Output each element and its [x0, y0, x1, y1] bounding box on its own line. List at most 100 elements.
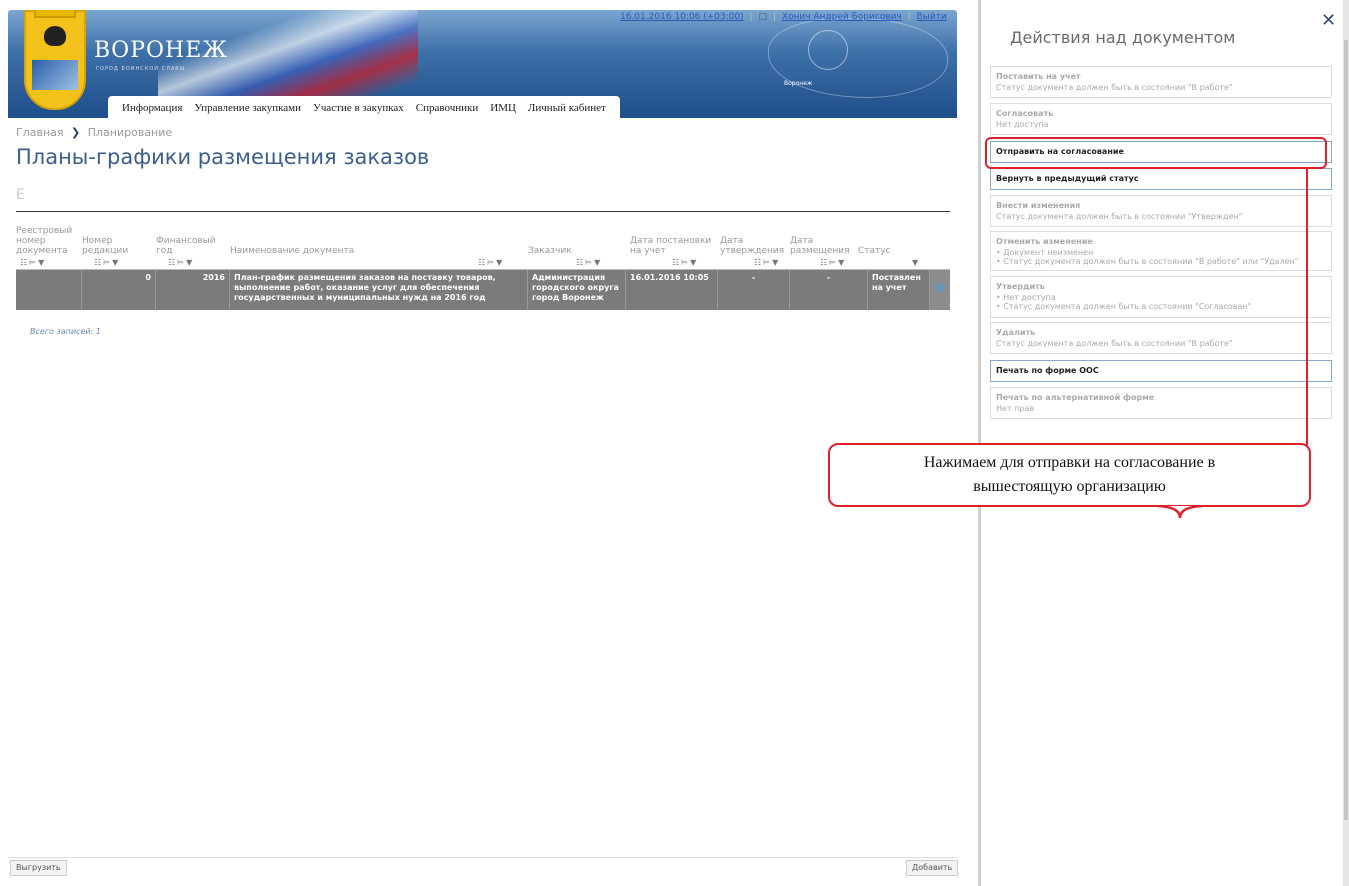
condition-item: Статус документа должен быть в состоянии…	[996, 302, 1326, 311]
top-bar: 16.01.2016 10:06 (+03:00) | □ | Хонич Ан…	[620, 12, 947, 22]
cell-reg-no	[16, 270, 82, 310]
nav-item-imc[interactable]: ИМЦ	[490, 102, 516, 114]
filter-icon[interactable]: ☷⊨▼	[754, 258, 780, 267]
filter-icon[interactable]: ☷⊨▼	[20, 258, 46, 267]
crown-icon	[34, 10, 76, 18]
filter-icon[interactable]: ☷⊨▼	[94, 258, 120, 267]
action-cancel-change[interactable]: Отменить изменение Документ неизменен Ст…	[990, 231, 1332, 271]
action-title: Печать по форме ООС	[996, 366, 1099, 375]
action-revert-status[interactable]: Вернуть в предыдущий статус	[990, 168, 1332, 190]
row-open-arrow-icon[interactable]: »	[930, 270, 950, 310]
action-delete[interactable]: Удалить Статус документа должен быть в с…	[990, 322, 1332, 354]
toolbar-icon[interactable]: E	[16, 187, 25, 203]
callout-box: Нажимаем для отправки на согласование в …	[828, 443, 1311, 507]
col-header-reg-no[interactable]: Реестровый номер документа	[16, 226, 78, 256]
main-area: Воронеж ВОРОНЕЖ ГОРОД ВОИНСКОЙ СЛАВЫ Инф…	[0, 0, 978, 886]
add-button[interactable]: Добавить	[906, 860, 959, 876]
filter-icon[interactable]: ☷⊨▼	[478, 258, 504, 267]
records-total: Всего записей: 1	[30, 327, 101, 336]
close-icon[interactable]: ✕	[1321, 10, 1336, 31]
datetime-link[interactable]: 16.01.2016 10:06 (+03:00)	[620, 12, 744, 22]
filter-icon[interactable]: ☷⊨▼	[820, 258, 846, 267]
callout-line-2: вышестоящую организацию	[973, 478, 1166, 495]
col-header-approve-date[interactable]: Дата утверждения	[720, 236, 784, 256]
site-header: Воронеж ВОРОНЕЖ ГОРОД ВОИНСКОЙ СЛАВЫ Инф…	[8, 10, 957, 118]
nav-item-procurement-mgmt[interactable]: Управление закупками	[194, 102, 301, 114]
action-note: Статус документа должен быть в состоянии…	[996, 83, 1233, 92]
action-register[interactable]: Поставить на учет Статус документа долже…	[990, 66, 1332, 98]
highlight-frame	[985, 137, 1327, 169]
cell-fin-year: 2016	[156, 270, 230, 310]
col-header-status[interactable]: Статус	[858, 246, 898, 256]
nav-item-account[interactable]: Личный кабинет	[528, 102, 606, 114]
nav-item-directories[interactable]: Справочники	[416, 102, 478, 114]
brand-name: ВОРОНЕЖ	[94, 38, 229, 63]
breadcrumb-home[interactable]: Главная	[16, 126, 64, 139]
cell-status: Поставлен на учет	[868, 270, 930, 310]
condition-item: Документ неизменен	[996, 248, 1326, 257]
action-note: Статус документа должен быть в состоянии…	[996, 339, 1233, 348]
region-map-marker	[808, 30, 848, 70]
filter-icon[interactable]: ☷⊨▼	[168, 258, 194, 267]
brand-subtitle: ГОРОД ВОИНСКОЙ СЛАВЫ	[96, 66, 186, 72]
col-header-publish-date[interactable]: Дата размещения	[790, 236, 860, 256]
cell-customer: Администрация городского округа город Во…	[528, 270, 626, 310]
logout-link[interactable]: Выйти	[917, 12, 947, 22]
cell-reg-date: 16.01.2016 10:05	[626, 270, 718, 310]
action-title: Поставить на учет	[996, 72, 1081, 81]
message-icon[interactable]: □	[759, 12, 768, 22]
filter-icon[interactable]: ▼	[912, 258, 920, 267]
cell-publish-date: -	[790, 270, 868, 310]
action-make-changes[interactable]: Внести изменения Статус документа должен…	[990, 195, 1332, 227]
filter-icon[interactable]: ☷⊨▼	[576, 258, 602, 267]
action-title: Отменить изменение	[996, 237, 1093, 246]
condition-item: Статус документа должен быть в состоянии…	[996, 257, 1326, 266]
action-conditions: Нет доступа Статус документа должен быть…	[996, 293, 1326, 311]
action-title: Утвердить	[996, 282, 1045, 291]
page-title: Планы-графики размещения заказов	[16, 145, 430, 169]
breadcrumb-section[interactable]: Планирование	[88, 126, 172, 139]
callout-tail	[1158, 505, 1202, 519]
panel-title: Действия над документом	[1010, 28, 1236, 47]
nav-item-participation[interactable]: Участие в закупках	[313, 102, 404, 114]
cell-rev-no: 0	[82, 270, 156, 310]
col-header-customer[interactable]: Заказчик	[528, 246, 608, 256]
filter-icon[interactable]: ☷⊨▼	[672, 258, 698, 267]
rock-icon	[32, 60, 78, 90]
main-nav: Информация Управление закупками Участие …	[108, 96, 620, 118]
action-title: Печать по альтернативной форме	[996, 393, 1155, 402]
action-print-alt[interactable]: Печать по альтернативной форме Нет прав	[990, 387, 1332, 419]
filter-row: ☷⊨▼ ☷⊨▼ ☷⊨▼ ☷⊨▼ ☷⊨▼ ☷⊨▼ ☷⊨▼ ☷⊨▼ ▼	[16, 258, 950, 270]
nav-item-info[interactable]: Информация	[122, 102, 182, 114]
action-title: Согласовать	[996, 109, 1054, 118]
separator: |	[907, 12, 911, 22]
action-note: Нет прав	[996, 404, 1035, 413]
action-title: Удалить	[996, 328, 1036, 337]
divider	[16, 211, 950, 212]
action-approve[interactable]: Утвердить Нет доступа Статус документа д…	[990, 276, 1332, 318]
action-note: Нет доступа	[996, 120, 1049, 129]
action-print-oos[interactable]: Печать по форме ООС	[990, 360, 1332, 382]
col-header-fin-year[interactable]: Финансовый год	[156, 236, 216, 256]
separator: |	[749, 12, 753, 22]
col-header-rev-no[interactable]: Номер редакции	[82, 236, 138, 256]
map-label: Воронеж	[784, 80, 813, 87]
bottom-bar	[8, 857, 957, 877]
panel-scrollbar[interactable]	[1343, 0, 1349, 886]
export-button[interactable]: Выгрузить	[10, 860, 67, 876]
col-header-reg-date[interactable]: Дата постановки на учет	[630, 236, 720, 256]
coat-of-arms-logo[interactable]	[24, 10, 86, 110]
eagle-icon	[44, 26, 66, 46]
callout-line-1: Нажимаем для отправки на согласование в	[923, 454, 1216, 471]
condition-item: Нет доступа	[996, 293, 1326, 302]
action-approve-agree[interactable]: Согласовать Нет доступа	[990, 103, 1332, 135]
col-header-doc-name[interactable]: Наименование документа	[230, 246, 480, 256]
chevron-right-icon: ❯	[71, 126, 81, 139]
separator: |	[772, 12, 776, 22]
scrollbar-thumb[interactable]	[1344, 40, 1348, 820]
table-row[interactable]: 0 2016 План-график размещения заказов на…	[16, 270, 950, 310]
user-link[interactable]: Хонич Андрей Борисович	[782, 12, 902, 22]
action-note: Статус документа должен быть в состоянии…	[996, 212, 1243, 221]
cell-doc-name: План-график размещения заказов на постав…	[230, 270, 528, 310]
table-header: Реестровый номер документа Номер редакци…	[16, 218, 950, 258]
